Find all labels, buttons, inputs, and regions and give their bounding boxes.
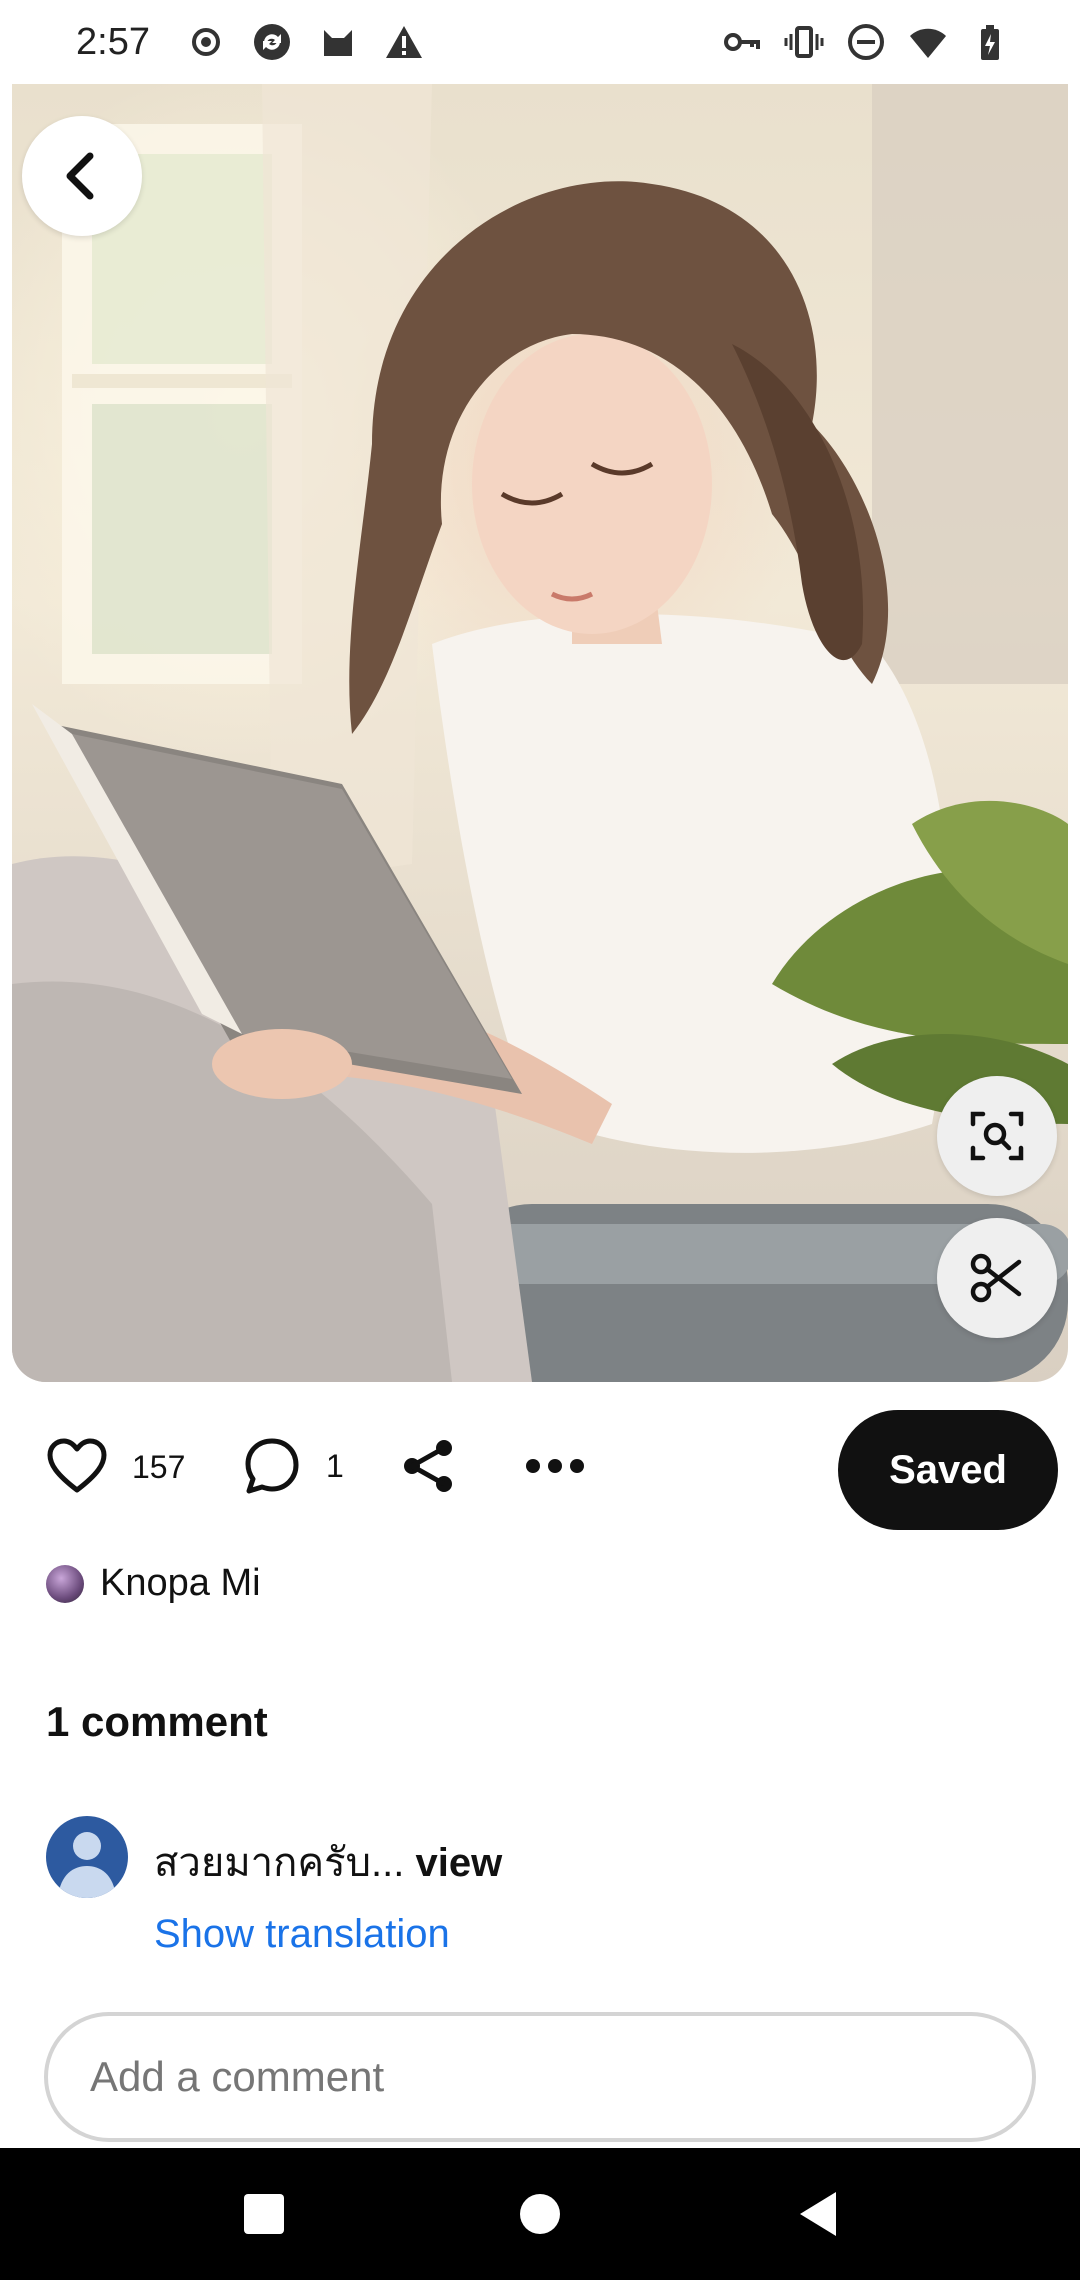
share-button[interactable] bbox=[398, 1436, 458, 1496]
visual-search-icon bbox=[970, 1111, 1024, 1161]
author-avatar bbox=[46, 1564, 84, 1603]
more-dots-icon bbox=[526, 1459, 584, 1473]
comment-count: 1 bbox=[326, 1447, 344, 1484]
pin-illustration bbox=[12, 84, 1068, 1382]
comment-text: สวยมากครับ... view bbox=[154, 1830, 502, 1894]
scissors-icon bbox=[970, 1253, 1022, 1303]
visual-search-button[interactable] bbox=[937, 1076, 1057, 1196]
system-nav-bar bbox=[0, 2148, 1080, 2280]
chevron-left-icon bbox=[66, 152, 94, 200]
back-nav-button[interactable] bbox=[790, 2186, 846, 2242]
action-row: 157 1 Saved bbox=[0, 1408, 1080, 1532]
more-options-button[interactable] bbox=[522, 1436, 588, 1496]
comment-button[interactable]: 1 bbox=[242, 1436, 344, 1496]
warning-icon bbox=[384, 22, 424, 62]
back-button[interactable] bbox=[22, 116, 142, 236]
author-row[interactable]: Knopa Mi bbox=[46, 1562, 261, 1605]
like-count: 157 bbox=[132, 1448, 186, 1485]
saved-button[interactable]: Saved bbox=[838, 1410, 1058, 1530]
record-icon bbox=[186, 22, 226, 62]
wifi-icon bbox=[908, 22, 948, 62]
home-button[interactable] bbox=[512, 2186, 568, 2242]
triangle-back-icon bbox=[800, 2192, 836, 2236]
pin-image[interactable] bbox=[12, 84, 1068, 1382]
vibrate-icon bbox=[784, 22, 824, 62]
battery-icon bbox=[970, 22, 1010, 62]
heart-icon bbox=[47, 1438, 107, 1493]
sync-icon bbox=[252, 22, 292, 62]
like-button[interactable]: 157 bbox=[46, 1436, 185, 1498]
comment-bubble-icon bbox=[245, 1438, 299, 1494]
key-icon bbox=[722, 22, 762, 62]
status-left: 2:57 bbox=[76, 21, 424, 64]
comments-title: 1 comment bbox=[46, 1698, 268, 1745]
dnd-icon bbox=[846, 22, 886, 62]
share-icon bbox=[404, 1440, 452, 1492]
square-icon bbox=[244, 2194, 284, 2234]
circle-icon bbox=[520, 2194, 560, 2234]
cutout-button[interactable] bbox=[937, 1218, 1057, 1338]
show-translation-link[interactable]: Show translation bbox=[154, 1912, 450, 1957]
status-right bbox=[722, 22, 1010, 62]
default-user-icon bbox=[58, 1832, 116, 1898]
status-time: 2:57 bbox=[76, 20, 150, 63]
commenter-avatar[interactable] bbox=[46, 1816, 128, 1898]
add-comment-input[interactable]: Add a comment bbox=[44, 2012, 1036, 2142]
comment-body: สวยมากครับ... bbox=[154, 1841, 405, 1885]
status-bar: 2:57 bbox=[0, 0, 1080, 84]
comment-item: สวยมากครับ... view Show translation bbox=[46, 1816, 1046, 1976]
recents-button[interactable] bbox=[236, 2186, 292, 2242]
author-name: Knopa Mi bbox=[100, 1562, 261, 1604]
view-more-link[interactable]: view bbox=[415, 1841, 502, 1885]
cat-icon bbox=[318, 22, 358, 62]
